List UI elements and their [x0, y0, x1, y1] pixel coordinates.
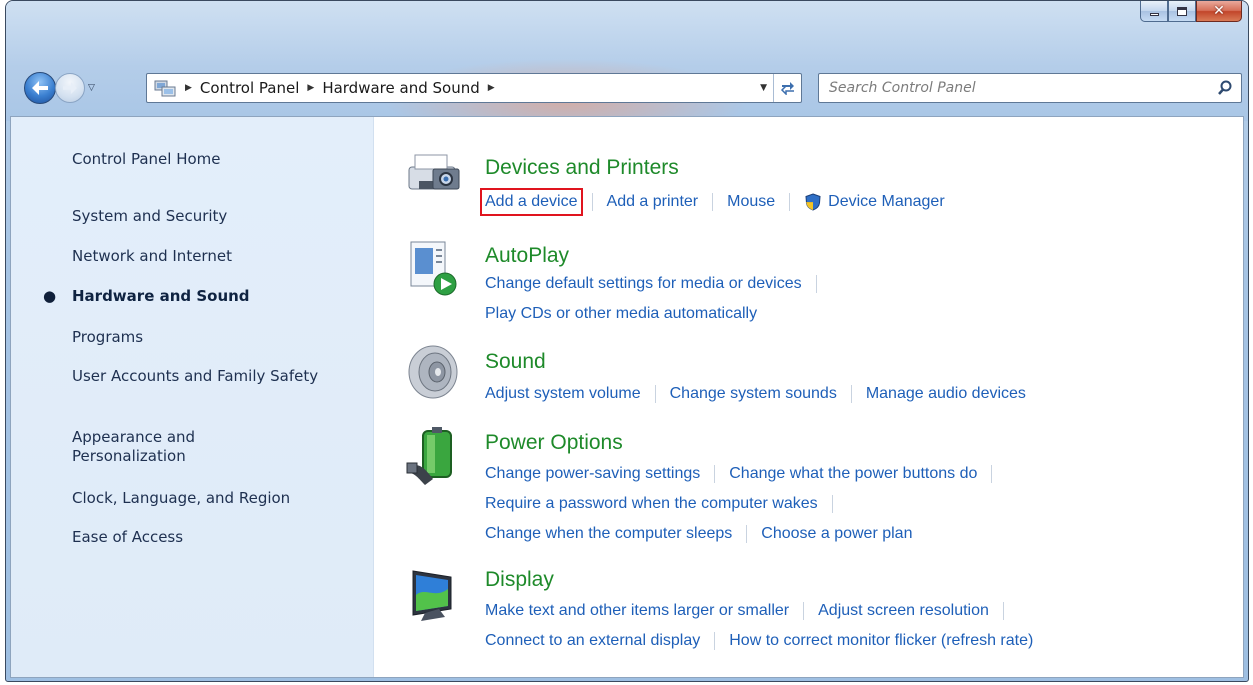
maximize-icon — [1177, 6, 1187, 16]
change-power-buttons-link[interactable]: Change what the power buttons do — [729, 465, 977, 483]
category-title-sound[interactable]: Sound — [485, 350, 546, 374]
make-text-larger-link[interactable]: Make text and other items larger or smal… — [485, 602, 789, 620]
add-a-device-link[interactable]: Add a device — [480, 188, 583, 216]
devices-links: Add a device Add a printer Mouse Device … — [480, 188, 945, 216]
breadcrumb-separator-icon[interactable]: ▶ — [185, 83, 192, 93]
device-manager-link[interactable]: Device Manager — [828, 193, 945, 211]
adjust-system-volume-link[interactable]: Adjust system volume — [485, 385, 641, 403]
monitor-flicker-link[interactable]: How to correct monitor flicker (refresh … — [729, 632, 1033, 650]
breadcrumb-control-panel[interactable]: Control Panel — [200, 79, 299, 97]
search-box[interactable] — [818, 73, 1242, 103]
manage-audio-devices-link[interactable]: Manage audio devices — [866, 385, 1026, 403]
choose-power-plan-link[interactable]: Choose a power plan — [761, 525, 912, 543]
main-panel: Devices and Printers Add a device Add a … — [375, 117, 1243, 677]
link-separator — [591, 193, 593, 211]
minimize-icon — [1149, 13, 1159, 16]
autoplay-icon[interactable] — [405, 238, 467, 298]
play-cds-automatically-link[interactable]: Play CDs or other media automatically — [485, 305, 757, 323]
change-sleep-time-link[interactable]: Change when the computer sleeps — [485, 525, 732, 543]
link-separator — [714, 465, 716, 483]
change-system-sounds-link[interactable]: Change system sounds — [670, 385, 837, 403]
address-dropdown-icon[interactable]: ▼ — [760, 83, 767, 93]
sidebar: Control Panel Home System and Security N… — [11, 117, 374, 677]
title-bar — [6, 1, 1248, 121]
connect-external-display-link[interactable]: Connect to an external display — [485, 632, 700, 650]
mouse-link[interactable]: Mouse — [727, 193, 775, 211]
forward-arrow-icon — [63, 81, 77, 95]
refresh-button[interactable] — [773, 74, 801, 102]
add-a-printer-link[interactable]: Add a printer — [607, 193, 699, 211]
link-separator — [712, 193, 714, 211]
back-arrow-icon — [32, 81, 48, 95]
search-icon[interactable] — [1217, 80, 1233, 96]
search-input[interactable] — [829, 80, 1209, 96]
sound-links: Adjust system volume Change system sound… — [485, 385, 1026, 403]
breadcrumb-hardware-and-sound[interactable]: Hardware and Sound — [322, 79, 479, 97]
category-title-devices-and-printers[interactable]: Devices and Printers — [485, 156, 679, 180]
autoplay-links-row-2: Play CDs or other media automatically — [485, 305, 757, 323]
sidebar-item-user-accounts[interactable]: User Accounts and Family Safety — [72, 367, 322, 386]
require-password-on-wake-link[interactable]: Require a password when the computer wak… — [485, 495, 818, 513]
power-links-row-2: Require a password when the computer wak… — [485, 495, 847, 513]
close-button[interactable]: ✕ — [1196, 1, 1242, 22]
autoplay-links-row-1: Change default settings for media or dev… — [485, 275, 831, 293]
sidebar-item-clock-language-region[interactable]: Clock, Language, and Region — [72, 489, 290, 508]
link-separator — [714, 632, 716, 650]
link-separator — [991, 465, 993, 483]
battery-icon[interactable] — [405, 427, 467, 487]
change-default-media-settings-link[interactable]: Change default settings for media or dev… — [485, 275, 802, 293]
sidebar-item-ease-of-access[interactable]: Ease of Access — [72, 528, 183, 547]
category-title-autoplay[interactable]: AutoPlay — [485, 244, 569, 268]
link-separator — [789, 193, 791, 211]
maximize-button[interactable] — [1168, 1, 1196, 22]
link-separator — [1002, 602, 1004, 620]
link-separator — [850, 385, 852, 403]
power-links-row-1: Change power-saving settings Change what… — [485, 465, 1006, 483]
category-title-display[interactable]: Display — [485, 568, 554, 592]
sidebar-item-hardware-and-sound[interactable]: Hardware and Sound — [72, 287, 250, 306]
refresh-icon — [780, 82, 794, 95]
link-separator — [803, 602, 805, 620]
breadcrumb-separator-icon[interactable]: ▶ — [307, 83, 314, 93]
control-panel-window: ✕ ▽ ▶ Control Panel ▶ Hardware and Sound… — [5, 0, 1249, 682]
back-button[interactable] — [24, 72, 56, 104]
address-bar[interactable]: ▶ Control Panel ▶ Hardware and Sound ▶ ▼ — [146, 73, 802, 103]
printer-camera-icon[interactable] — [405, 145, 467, 205]
minimize-button[interactable] — [1140, 1, 1168, 22]
forward-button[interactable] — [55, 73, 85, 103]
adjust-screen-resolution-link[interactable]: Adjust screen resolution — [818, 602, 989, 620]
uac-shield-icon — [805, 193, 821, 211]
link-separator — [746, 525, 748, 543]
sidebar-item-control-panel-home[interactable]: Control Panel Home — [72, 150, 221, 169]
recent-pages-dropdown-icon[interactable]: ▽ — [88, 83, 95, 93]
sidebar-item-programs[interactable]: Programs — [72, 328, 143, 347]
caption-buttons: ✕ — [1140, 1, 1242, 23]
speaker-icon[interactable] — [405, 342, 467, 402]
link-separator — [831, 495, 833, 513]
sidebar-item-appearance[interactable]: Appearance and Personalization — [72, 428, 272, 466]
link-separator — [654, 385, 656, 403]
display-links-row-2: Connect to an external display How to co… — [485, 632, 1033, 650]
power-links-row-3: Change when the computer sleeps Choose a… — [485, 525, 912, 543]
monitor-icon[interactable] — [405, 565, 467, 625]
change-power-saving-settings-link[interactable]: Change power-saving settings — [485, 465, 700, 483]
display-links-row-1: Make text and other items larger or smal… — [485, 602, 1018, 620]
sidebar-item-network-and-internet[interactable]: Network and Internet — [72, 247, 232, 266]
close-icon: ✕ — [1213, 3, 1225, 19]
sidebar-item-system-and-security[interactable]: System and Security — [72, 207, 227, 226]
active-bullet-icon: ● — [43, 287, 57, 305]
category-title-power-options[interactable]: Power Options — [485, 431, 623, 455]
control-panel-icon — [153, 79, 177, 97]
content-frame: Control Panel Home System and Security N… — [10, 116, 1244, 678]
breadcrumb-separator-icon[interactable]: ▶ — [488, 83, 495, 93]
link-separator — [815, 275, 817, 293]
